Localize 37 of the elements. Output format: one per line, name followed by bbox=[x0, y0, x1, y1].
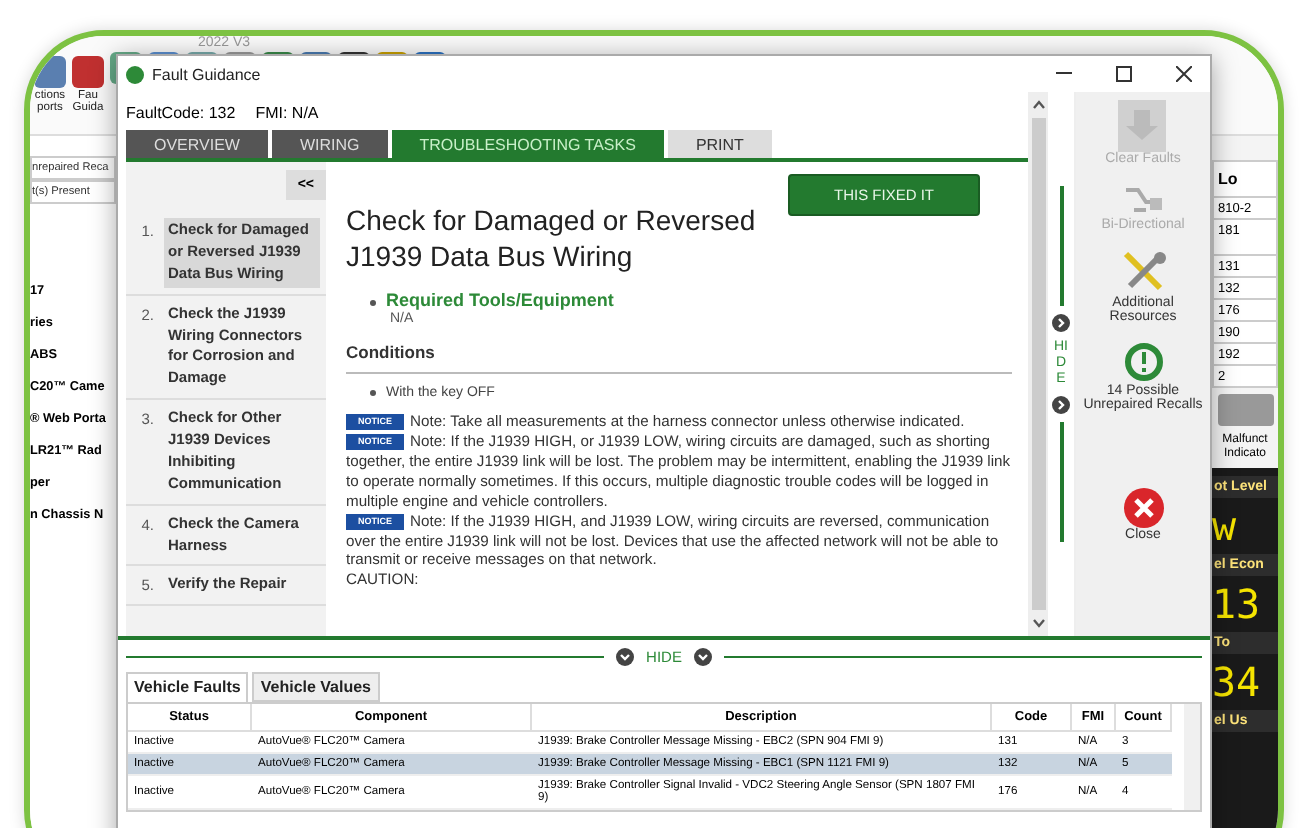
tools-title: Required Tools/Equipment bbox=[386, 290, 614, 311]
gauge-value: 13 bbox=[1212, 584, 1263, 625]
expand-icon[interactable] bbox=[1052, 395, 1070, 414]
collapse-icon[interactable] bbox=[616, 647, 635, 665]
tab[interactable]: WIRING bbox=[271, 130, 388, 158]
tab[interactable]: PRINT bbox=[667, 130, 772, 158]
bullet-icon bbox=[370, 390, 376, 397]
app-icon bbox=[126, 65, 144, 83]
close-icon bbox=[1123, 488, 1163, 528]
gauge-value: 34 bbox=[1212, 662, 1263, 703]
window-title: Fault Guidance bbox=[152, 65, 263, 83]
toolbar-icon[interactable] bbox=[72, 56, 104, 88]
expand-icon[interactable] bbox=[1052, 314, 1070, 333]
recall-icon bbox=[1121, 340, 1165, 384]
tab[interactable]: Vehicle Values bbox=[252, 672, 380, 702]
scroll-up-icon[interactable] bbox=[1031, 100, 1045, 110]
cable-icon bbox=[1121, 182, 1165, 218]
wrench-screwdriver-icon bbox=[1119, 248, 1167, 296]
tab[interactable]: OVERVIEW bbox=[126, 130, 268, 158]
fmi-value: FMI: N/A bbox=[255, 104, 319, 122]
scroll-down-icon[interactable] bbox=[1031, 618, 1045, 628]
tab[interactable]: TROUBLESHOOTING TASKS bbox=[391, 130, 664, 158]
clear-faults-icon bbox=[1118, 100, 1167, 152]
scrollbar[interactable] bbox=[1184, 704, 1200, 810]
gauge-value: w bbox=[1212, 506, 1239, 547]
scrollbar[interactable] bbox=[1028, 92, 1048, 636]
maximize-icon[interactable] bbox=[1116, 66, 1132, 82]
fault-code: FaultCode: 132 bbox=[126, 104, 236, 122]
conditions-title: Conditions bbox=[346, 342, 1012, 375]
table-header: Lo bbox=[1212, 160, 1278, 198]
collapse-icon[interactable] bbox=[693, 647, 712, 665]
close-icon[interactable] bbox=[1176, 66, 1192, 82]
tab[interactable]: Vehicle Faults bbox=[126, 672, 249, 702]
minimize-icon[interactable] bbox=[1056, 72, 1072, 76]
toolbar-icon[interactable] bbox=[34, 56, 66, 88]
task-heading: Check for Damaged or Reversed J1939 Data Bus Wiring bbox=[346, 202, 758, 275]
bullet-icon bbox=[370, 299, 376, 305]
